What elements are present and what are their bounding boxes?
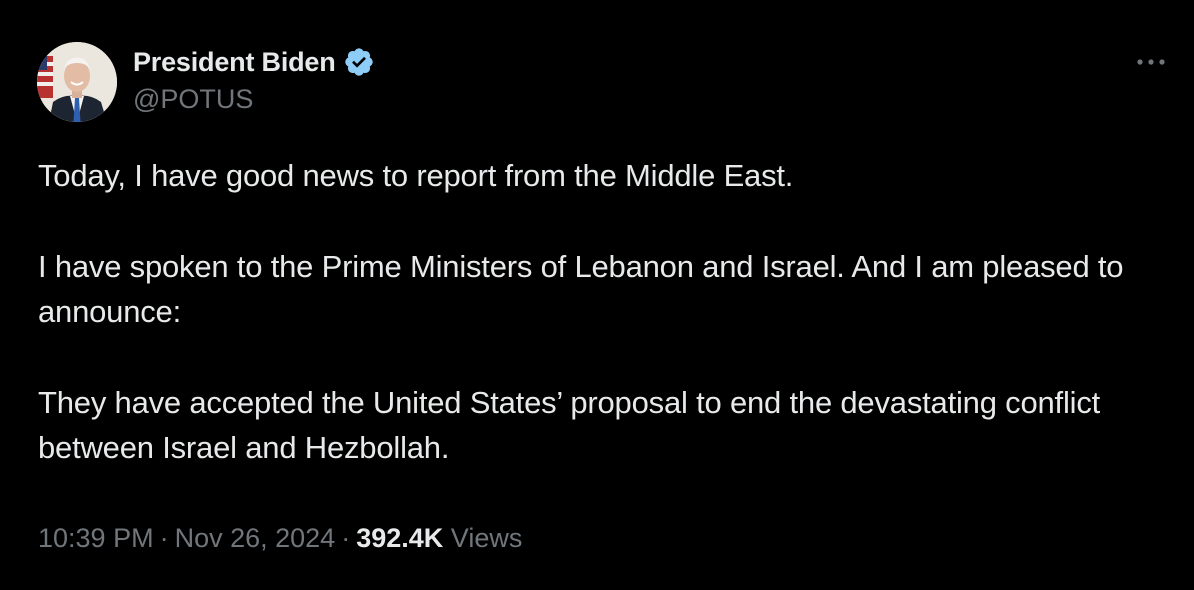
tweet-paragraph: I have spoken to the Prime Ministers of … <box>38 249 1132 329</box>
tweet-date: Nov 26, 2024 <box>174 523 336 553</box>
author-handle[interactable]: @POTUS <box>133 82 375 116</box>
avatar[interactable] <box>37 42 117 122</box>
author-name-row: President Biden <box>133 44 375 80</box>
more-options-icon <box>1137 59 1165 65</box>
more-options-button[interactable] <box>1131 50 1171 74</box>
views-count[interactable]: 392.4K <box>356 523 443 553</box>
profile-photo-icon <box>37 42 117 122</box>
author-info: President Biden @POTUS <box>133 44 375 116</box>
views-label: Views <box>450 523 523 553</box>
tweet-paragraph: Today, I have good news to report from t… <box>38 158 794 193</box>
tweet-text: Today, I have good news to report from t… <box>38 153 1158 470</box>
author-display-name[interactable]: President Biden <box>133 47 336 78</box>
separator: · <box>341 523 351 553</box>
tweet-meta: 10:39 PM · Nov 26, 2024 · 392.4K Views <box>38 520 522 556</box>
tweet-time: 10:39 PM <box>38 523 154 553</box>
verified-badge-icon[interactable] <box>343 46 375 78</box>
tweet-paragraph: They have accepted the United States’ pr… <box>38 385 1109 465</box>
tweet-card: President Biden @POTUS Today, I have goo… <box>0 0 1194 590</box>
tweet-timestamp[interactable]: 10:39 PM · Nov 26, 2024 <box>38 523 335 553</box>
separator: · <box>159 523 169 553</box>
